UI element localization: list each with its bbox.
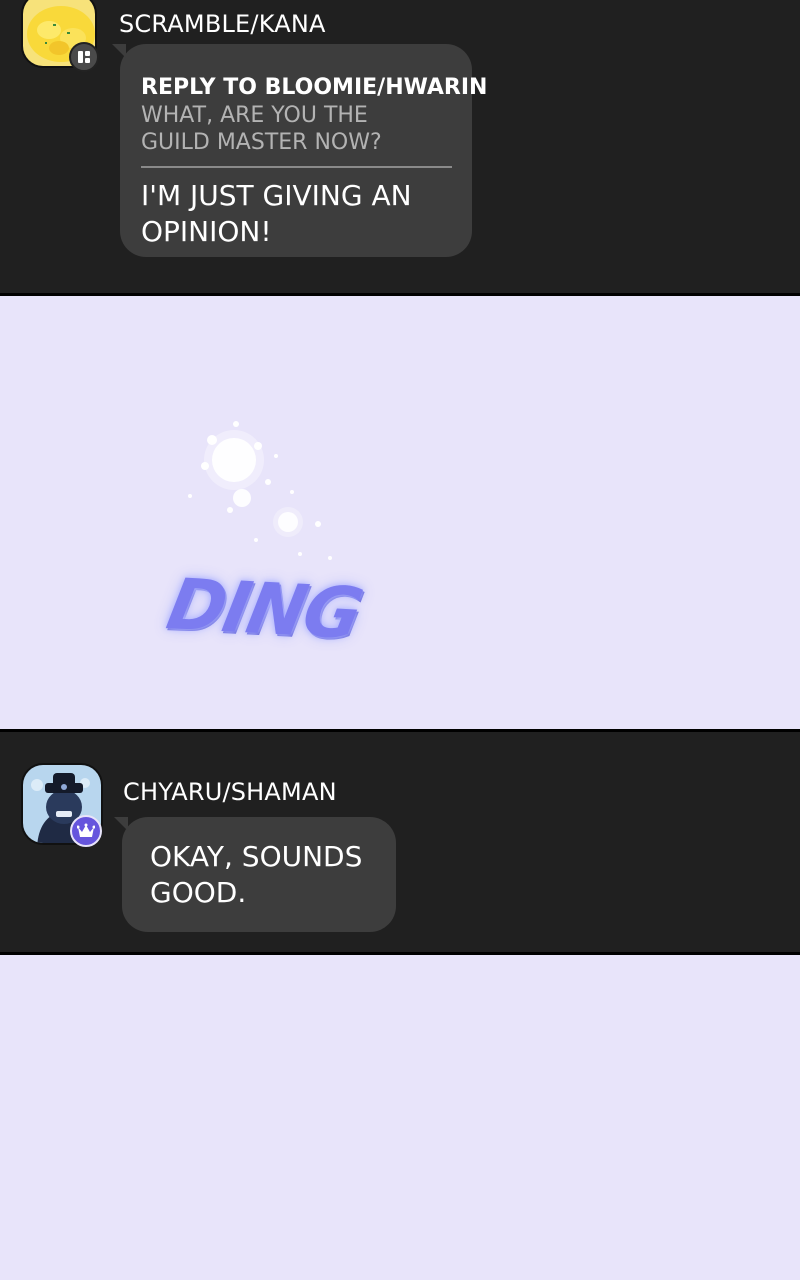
crown-icon — [77, 823, 95, 837]
message-text: OKAY, SOUNDS GOOD. — [150, 840, 363, 909]
reply-quote: WHAT, ARE YOU THE GUILD MASTER NOW? — [141, 103, 382, 155]
member-badge — [69, 42, 99, 72]
message-bubble[interactable]: OKAY, SOUNDS GOOD. — [114, 817, 396, 932]
sparkle-icon — [188, 421, 332, 560]
ding-sound-effect: DING — [160, 563, 368, 655]
reply-message-bubble[interactable]: REPLY TO BLOOMIE/HWARIN WHAT, ARE YOU TH… — [112, 44, 488, 257]
sound-effect-panel: DING — [0, 296, 800, 729]
guild-master-badge — [70, 815, 102, 847]
member-grid-icon — [78, 51, 90, 63]
username[interactable]: SCRAMBLE/KANA — [119, 10, 326, 38]
reply-divider — [141, 166, 452, 168]
chat-panel-top: SCRAMBLE/KANA REPLY TO BLOOMIE/HWARIN WH… — [0, 0, 800, 296]
username[interactable]: CHYARU/SHAMAN — [123, 778, 337, 806]
reply-header: REPLY TO BLOOMIE/HWARIN — [141, 75, 488, 100]
chat-panel-bottom: CHYARU/SHAMAN OKAY, SOUNDS GOOD. — [0, 729, 800, 955]
message-text: I'M JUST GIVING AN OPINION! — [141, 179, 412, 248]
